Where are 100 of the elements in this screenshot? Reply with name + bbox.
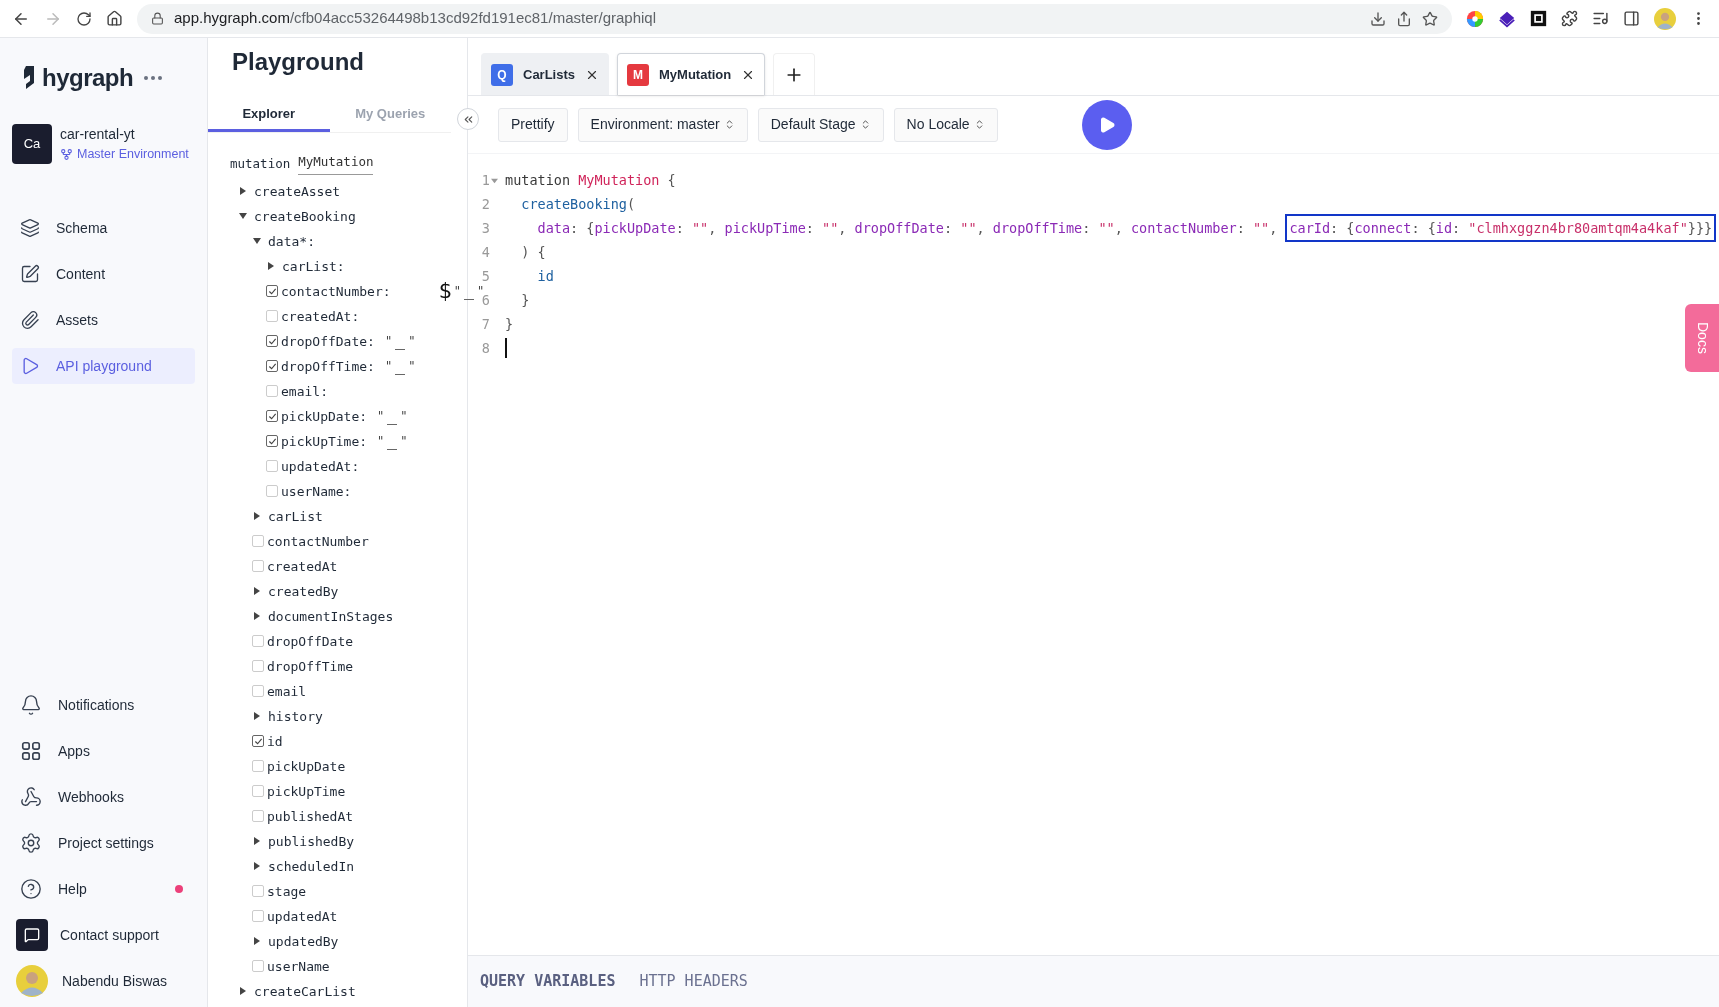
nav-item[interactable]: Project settings bbox=[12, 825, 195, 861]
more-icon[interactable] bbox=[143, 75, 164, 81]
field-name[interactable]: createBooking bbox=[254, 206, 356, 226]
install-icon[interactable] bbox=[1370, 10, 1386, 27]
diamond-icon[interactable] bbox=[1498, 9, 1516, 28]
checkbox[interactable] bbox=[266, 360, 278, 373]
field-name[interactable]: stage bbox=[267, 881, 307, 901]
color-wheel-icon[interactable] bbox=[1466, 9, 1484, 28]
field-name[interactable]: dropOffDate bbox=[267, 631, 354, 651]
caret-right-icon[interactable] bbox=[252, 586, 262, 597]
share-icon[interactable] bbox=[1396, 10, 1412, 27]
caret-right-icon[interactable] bbox=[252, 861, 262, 872]
checkbox[interactable] bbox=[266, 335, 278, 348]
home-icon[interactable] bbox=[106, 10, 123, 27]
field-name[interactable]: documentInStages bbox=[268, 606, 394, 626]
puzzle-icon[interactable] bbox=[1561, 10, 1578, 27]
user-name[interactable]: Nabendu Biswas bbox=[62, 970, 168, 992]
checkbox[interactable] bbox=[266, 285, 278, 298]
select-dropdown[interactable]: Environment: master bbox=[577, 107, 748, 142]
nav-item[interactable]: Apps bbox=[12, 733, 195, 769]
field-name[interactable]: id bbox=[267, 731, 283, 751]
caret-right-icon[interactable] bbox=[252, 611, 262, 622]
caret-right-icon[interactable] bbox=[238, 186, 248, 197]
nav-item[interactable]: API playground bbox=[12, 348, 195, 384]
field-name[interactable]: pickUpTime: bbox=[281, 431, 368, 451]
tab[interactable]: HTTP HEADERS bbox=[639, 970, 748, 993]
field-name[interactable]: dropOffTime bbox=[267, 656, 354, 676]
code-text[interactable]: id bbox=[505, 265, 554, 287]
field-name[interactable]: data*: bbox=[268, 231, 315, 251]
select-dropdown[interactable]: Default Stage bbox=[757, 107, 884, 142]
collapse-button[interactable] bbox=[457, 108, 479, 130]
nav-item[interactable]: Content bbox=[12, 256, 195, 292]
field-name[interactable]: pickUpTime bbox=[267, 781, 346, 801]
media-icon[interactable] bbox=[1592, 10, 1609, 27]
field-name[interactable]: updatedBy bbox=[268, 931, 339, 951]
nav-item[interactable]: Contact support bbox=[12, 917, 195, 953]
code-text[interactable]: data: {pickUpDate: "", pickUpTime: "", dropOffDate: "", dropOffTime: "", contactNumber: "", bbox=[505, 217, 1286, 239]
field-name[interactable]: userName: bbox=[281, 481, 352, 501]
caret-right-icon[interactable] bbox=[252, 511, 262, 522]
nav-item[interactable]: Help bbox=[12, 871, 195, 907]
field-name[interactable]: publishedBy bbox=[268, 831, 355, 851]
code-text[interactable]: createBooking( bbox=[505, 193, 636, 215]
checkbox[interactable] bbox=[252, 735, 264, 748]
project-avatar[interactable]: Ca bbox=[12, 124, 52, 164]
select-dropdown[interactable]: No Locale bbox=[893, 107, 998, 142]
nav-item[interactable]: Notifications bbox=[12, 687, 195, 723]
address-bar[interactable]: app.hygraph.com/cfb04acc53264498b13cd92fd191ec81/master/graphiql bbox=[137, 3, 1452, 34]
tab[interactable]: QUERY VARIABLES bbox=[480, 970, 616, 993]
code-text[interactable]: } bbox=[505, 313, 514, 335]
line-number: 8 bbox=[481, 338, 490, 358]
caret-right-icon[interactable] bbox=[252, 711, 262, 722]
field-name[interactable]: email: bbox=[281, 381, 328, 401]
field-name[interactable]: carList bbox=[268, 506, 323, 526]
environment-link[interactable]: Master Environment bbox=[77, 145, 189, 164]
add-tab-button[interactable] bbox=[773, 53, 816, 95]
fold-icon[interactable] bbox=[491, 176, 498, 184]
query-tab[interactable]: Q CarLists bbox=[481, 53, 610, 95]
field-name[interactable]: createdAt bbox=[267, 556, 338, 576]
square-frame-icon[interactable] bbox=[1530, 10, 1547, 27]
caret-right-icon[interactable] bbox=[266, 261, 276, 272]
operation-name-field[interactable]: MyMutation bbox=[298, 153, 374, 175]
field-name[interactable]: dropOffDate: bbox=[281, 331, 375, 351]
field-name[interactable]: contactNumber: bbox=[281, 281, 391, 301]
field-name[interactable]: updatedAt bbox=[267, 906, 338, 926]
variable-sign[interactable]: $ bbox=[438, 280, 452, 303]
code-text[interactable]: } bbox=[505, 289, 530, 311]
field-name[interactable]: createdAt: bbox=[281, 306, 360, 326]
field-name[interactable]: carList: bbox=[282, 256, 345, 276]
quote-mark: " bbox=[408, 333, 416, 351]
field-name[interactable]: history bbox=[268, 706, 323, 726]
checkbox[interactable] bbox=[266, 435, 278, 448]
field-name[interactable]: createCarList bbox=[254, 981, 356, 1001]
caret-right-icon[interactable] bbox=[238, 986, 248, 997]
run-button[interactable] bbox=[1081, 99, 1132, 150]
field-name[interactable]: contactNumber bbox=[267, 531, 369, 551]
field-name[interactable]: createdBy bbox=[268, 581, 339, 601]
query-tab[interactable]: M MyMutation bbox=[617, 53, 766, 95]
field-name[interactable]: publishedAt bbox=[267, 806, 354, 826]
field-name[interactable]: pickUpDate bbox=[267, 756, 346, 776]
code-text[interactable]: mutation MyMutation { bbox=[505, 169, 676, 191]
field-name[interactable]: updatedAt: bbox=[281, 456, 360, 476]
project-name[interactable]: car-rental-yt bbox=[60, 124, 189, 146]
field-name[interactable]: scheduledIn bbox=[268, 856, 355, 876]
caret-right-icon[interactable] bbox=[252, 936, 262, 947]
nav-item[interactable]: Schema bbox=[12, 210, 195, 246]
side-panel-icon[interactable] bbox=[1623, 10, 1640, 27]
field-name[interactable]: pickUpDate: bbox=[281, 406, 368, 426]
nav-item[interactable]: Assets bbox=[12, 302, 195, 338]
star-icon[interactable] bbox=[1422, 10, 1438, 27]
field-name[interactable]: dropOffTime: bbox=[281, 356, 375, 376]
prettify-button[interactable]: Prettify bbox=[498, 107, 568, 142]
caret-right-icon[interactable] bbox=[252, 836, 262, 847]
code-text[interactable]: ) { bbox=[505, 241, 546, 263]
checkbox[interactable] bbox=[266, 410, 278, 423]
field-name[interactable]: createAsset bbox=[254, 181, 341, 201]
field-name[interactable]: email bbox=[267, 681, 307, 701]
nav-item[interactable]: Webhooks bbox=[12, 779, 195, 815]
tab[interactable]: Explorer bbox=[208, 98, 330, 132]
field-name[interactable]: userName bbox=[267, 956, 330, 976]
reload-icon[interactable] bbox=[76, 10, 92, 27]
